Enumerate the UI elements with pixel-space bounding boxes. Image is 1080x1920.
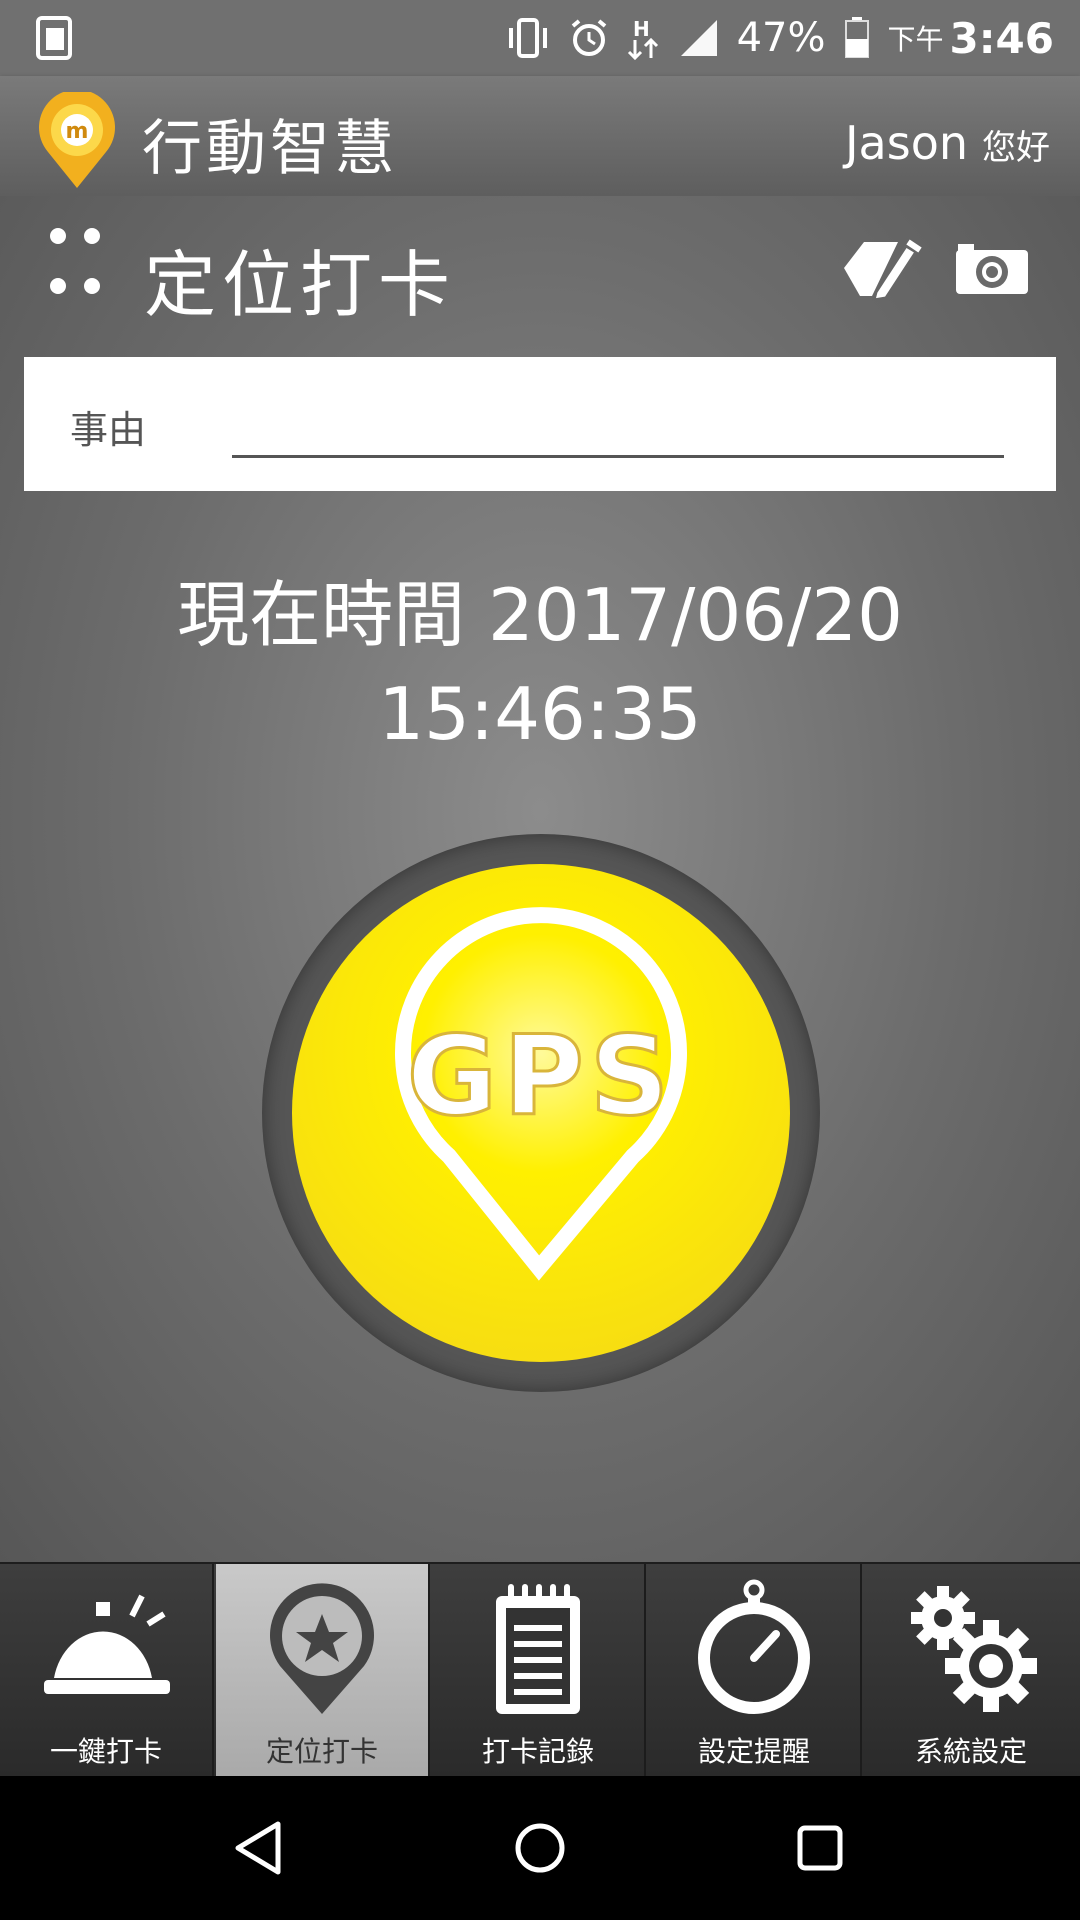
back-icon[interactable]	[230, 1818, 290, 1878]
stopwatch-icon	[698, 1579, 810, 1714]
gps-button-face: GPS	[292, 864, 790, 1362]
nav-label: 定位打卡	[265, 1735, 378, 1768]
camera-icon[interactable]	[954, 240, 1030, 296]
page-header: 定位打卡	[0, 196, 1080, 346]
reason-label: 事由	[70, 408, 147, 452]
nav-system-settings[interactable]: 系統設定	[864, 1564, 1078, 1778]
battery-percent: 47%	[736, 15, 826, 61]
bell-icon	[44, 1594, 170, 1694]
page-title: 定位打卡	[144, 243, 457, 327]
network-h-icon: H	[627, 17, 658, 60]
notepad-icon	[496, 1584, 580, 1714]
nav-location-checkin[interactable]: 定位打卡	[216, 1564, 430, 1778]
svg-text:m: m	[66, 119, 89, 144]
current-time-date: 現在時間 2017/06/20	[177, 573, 903, 657]
nav-checkin-records[interactable]: 打卡記錄	[432, 1564, 646, 1778]
android-nav-bar	[0, 1776, 1080, 1920]
main-content: 定位打卡 事由 現在時間 2017/06/20 15:46:35 GPS	[0, 196, 1080, 1562]
alarm-icon	[571, 19, 606, 56]
gps-pin-icon: GPS	[395, 907, 687, 1281]
current-time-clock: 15:46:35	[378, 672, 702, 756]
svg-text:H: H	[633, 17, 650, 41]
signal-icon	[680, 20, 717, 56]
nav-label: 一鍵打卡	[49, 1735, 162, 1768]
user-name: Jason	[844, 116, 968, 170]
status-bar: H 47% 下午 3:46	[0, 0, 1080, 76]
battery-icon	[844, 17, 869, 58]
home-icon[interactable]	[510, 1818, 570, 1878]
reason-panel: 事由	[24, 357, 1056, 491]
location-star-icon	[270, 1583, 374, 1714]
nav-label: 打卡記錄	[481, 1735, 594, 1768]
greeting-text: 您好	[982, 128, 1050, 168]
app-logo-icon: m	[39, 92, 115, 188]
recents-icon[interactable]	[790, 1818, 850, 1878]
menu-dots-icon[interactable]	[48, 226, 108, 296]
reason-input[interactable]	[232, 397, 1004, 458]
gears-icon	[911, 1586, 1037, 1712]
edit-icon[interactable]	[842, 236, 922, 300]
status-clock: 3:46	[949, 13, 1054, 63]
bottom-nav: 一鍵打卡 定位打卡 打卡記錄 設定提醒 系統設定	[0, 1562, 1080, 1778]
gps-checkin-button[interactable]: GPS	[262, 834, 820, 1392]
status-icons: H 47% 下午 3:46	[505, 0, 1054, 76]
app-header: m 行動智慧 Jason 您好	[0, 76, 1080, 196]
user-greeting: Jason 您好	[845, 116, 1050, 170]
nav-set-reminder[interactable]: 設定提醒	[648, 1564, 862, 1778]
vibrate-icon	[508, 18, 547, 58]
nav-label: 系統設定	[914, 1735, 1027, 1768]
nav-label: 設定提醒	[697, 1735, 810, 1768]
status-ampm: 下午	[887, 23, 944, 56]
nav-one-click-checkin[interactable]: 一鍵打卡	[0, 1564, 214, 1778]
app-title: 行動智慧	[142, 114, 398, 184]
device-icon	[36, 16, 72, 60]
gps-text: GPS	[407, 1012, 675, 1140]
